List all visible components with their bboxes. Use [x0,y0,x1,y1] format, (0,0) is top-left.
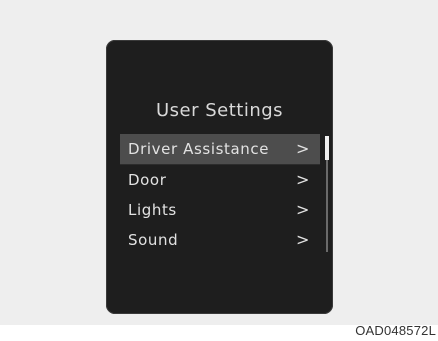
menu-item-label: Sound [128,231,179,249]
scrollbar-thumb[interactable] [325,136,329,160]
figure-code: OAD048572L [355,323,436,338]
chevron-right-icon: > [295,200,310,219]
menu-item-door[interactable]: Door > [120,165,320,195]
menu-item-lights[interactable]: Lights > [120,195,320,225]
settings-menu: Driver Assistance > Door > Lights > Soun… [120,134,320,255]
cluster-display: User Settings Driver Assistance > Door >… [106,40,333,314]
menu-item-label: Door [128,171,167,189]
menu-item-label: Driver Assistance [128,140,270,158]
chevron-right-icon: > [295,139,310,158]
menu-item-driver-assistance[interactable]: Driver Assistance > [120,134,320,165]
screen-title: User Settings [155,100,284,121]
chevron-right-icon: > [295,230,310,249]
menu-item-sound[interactable]: Sound > [120,225,320,255]
chevron-right-icon: > [295,170,310,189]
menu-item-label: Lights [128,201,177,219]
